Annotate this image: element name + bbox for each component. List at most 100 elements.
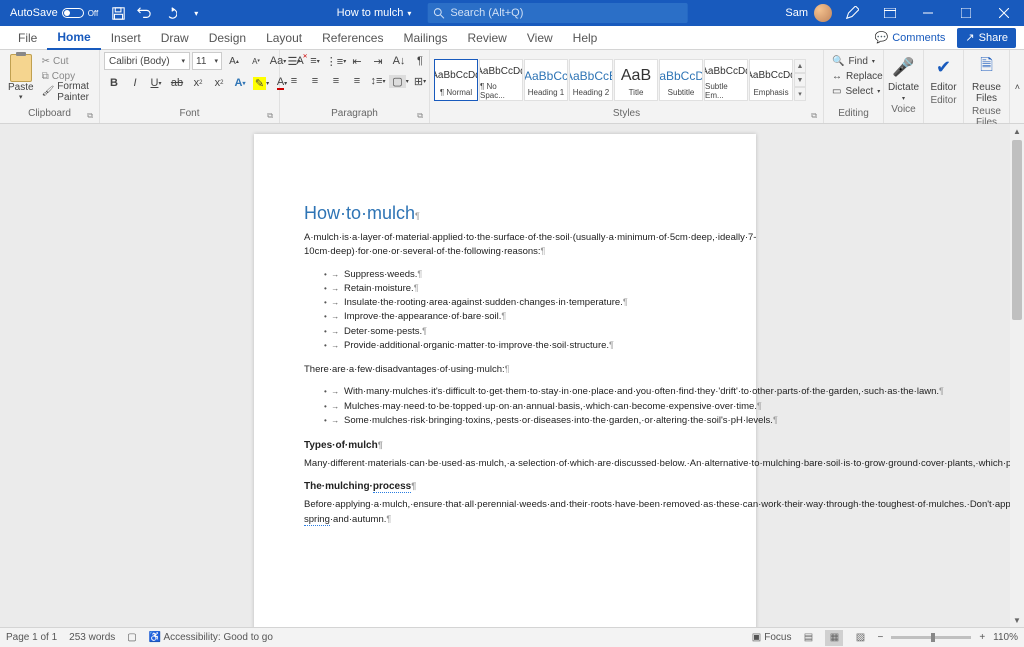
web-layout-button[interactable]: ▨ <box>851 630 869 646</box>
strikethrough-button[interactable]: ab <box>167 74 187 92</box>
page-status[interactable]: Page 1 of 1 <box>6 632 57 643</box>
font-size-select[interactable]: 11▾ <box>192 52 222 70</box>
style-subtle-em-[interactable]: AaBbCcDdSubtle Em... <box>704 59 748 101</box>
paste-button[interactable]: Paste ▾ <box>4 52 38 103</box>
ribbon-display-button[interactable] <box>872 0 908 26</box>
sort-button[interactable]: A↓ <box>389 52 409 70</box>
numbering-button[interactable]: ≡▾ <box>305 52 325 70</box>
zoom-level[interactable]: 110% <box>993 632 1018 643</box>
format-painter-button[interactable]: 🖌Format Painter <box>42 84 93 99</box>
zoom-out-button[interactable]: − <box>877 632 883 643</box>
comments-button[interactable]: 💬 Comments <box>867 28 954 48</box>
document-page[interactable]: How·to·mulch¶ A·mulch·is·a·layer·of·mate… <box>254 134 756 627</box>
align-left-button[interactable]: ≡ <box>284 72 304 90</box>
cut-button[interactable]: ✂Cut <box>42 54 93 69</box>
drawing-mode-button[interactable] <box>834 0 870 26</box>
style-title[interactable]: AaBTitle <box>614 59 658 101</box>
maximize-button[interactable] <box>948 0 984 26</box>
close-button[interactable] <box>986 0 1022 26</box>
style-heading-1[interactable]: AaBbCcHeading 1 <box>524 59 568 101</box>
style--normal[interactable]: AaBbCcDd¶ Normal <box>434 59 478 101</box>
tab-mailings[interactable]: Mailings <box>393 26 457 50</box>
style-heading-2[interactable]: AaBbCcEHeading 2 <box>569 59 613 101</box>
find-button[interactable]: 🔍Find▾ <box>832 54 875 69</box>
superscript-button[interactable]: x2 <box>209 74 229 92</box>
vertical-scrollbar[interactable]: ▲ ▼ <box>1010 124 1024 627</box>
zoom-in-button[interactable]: + <box>979 632 985 643</box>
align-right-button[interactable]: ≡ <box>326 72 346 90</box>
list-item: Retain·moisture.¶ <box>324 282 706 296</box>
underline-button[interactable]: U▾ <box>146 74 166 92</box>
tab-review[interactable]: Review <box>458 26 517 50</box>
multilevel-button[interactable]: ⋮≡▾ <box>326 52 346 70</box>
style-subtitle[interactable]: AaBbCcDdSubtitle <box>659 59 703 101</box>
tab-view[interactable]: View <box>517 26 563 50</box>
tab-design[interactable]: Design <box>199 26 256 50</box>
reuse-files-button[interactable]: 🗎 Reuse Files <box>968 52 1005 106</box>
tab-home[interactable]: Home <box>47 26 100 50</box>
undo-button[interactable] <box>132 1 156 25</box>
save-button[interactable] <box>106 1 130 25</box>
redo-button[interactable] <box>158 1 182 25</box>
shading-button[interactable]: ▢▾ <box>389 72 409 90</box>
user-avatar[interactable] <box>814 4 832 22</box>
borders-button[interactable]: ⊞▾ <box>410 72 430 90</box>
list-item: Improve·the·appearance·of·bare·soil.¶ <box>324 310 706 324</box>
minimize-button[interactable] <box>910 0 946 26</box>
replace-button[interactable]: ↔Replace <box>832 69 883 84</box>
subscript-button[interactable]: x2 <box>188 74 208 92</box>
increase-indent-button[interactable]: ⇥ <box>368 52 388 70</box>
styles-scroller[interactable]: ▲▼▾ <box>794 59 806 101</box>
style--no-spac-[interactable]: AaBbCcDd¶ No Spac... <box>479 59 523 101</box>
tab-draw[interactable]: Draw <box>151 26 199 50</box>
scrollbar-thumb[interactable] <box>1012 140 1022 320</box>
bold-button[interactable]: B <box>104 74 124 92</box>
zoom-slider[interactable] <box>891 636 971 639</box>
focus-mode-button[interactable]: ▣Focus <box>752 632 792 643</box>
search-placeholder: Search (Alt+Q) <box>450 7 523 19</box>
qat-dropdown[interactable]: ▾ <box>184 1 208 25</box>
clipboard-launcher[interactable]: ⧉ <box>87 111 93 121</box>
font-family-select[interactable]: Calibri (Body)▾ <box>104 52 190 70</box>
chevron-down-icon: ▾ <box>19 93 23 101</box>
tab-file[interactable]: File <box>8 26 47 50</box>
dictate-button[interactable]: 🎤 Dictate ▾ <box>888 52 919 104</box>
titlebar: AutoSave Off ▾ How to mulch ▾ Search (Al… <box>0 0 1024 26</box>
print-layout-button[interactable]: ▦ <box>825 630 843 646</box>
paragraph-launcher[interactable]: ⧉ <box>417 111 423 121</box>
collapse-ribbon-button[interactable]: ˄ <box>1015 82 1020 92</box>
scroll-up-button[interactable]: ▲ <box>1010 124 1024 138</box>
tab-layout[interactable]: Layout <box>256 26 312 50</box>
tab-insert[interactable]: Insert <box>101 26 151 50</box>
scroll-down-button[interactable]: ▼ <box>1010 613 1024 627</box>
styles-launcher[interactable]: ⧉ <box>811 111 817 121</box>
document-workspace[interactable]: How·to·mulch¶ A·mulch·is·a·layer·of·mate… <box>0 124 1010 627</box>
align-center-button[interactable]: ≡ <box>305 72 325 90</box>
paste-icon <box>10 54 32 82</box>
doc-heading-1: How·to·mulch¶ <box>304 200 706 227</box>
style-emphasis[interactable]: AaBbCcDdEmphasis <box>749 59 793 101</box>
justify-button[interactable]: ≡ <box>347 72 367 90</box>
decrease-indent-button[interactable]: ⇤ <box>347 52 367 70</box>
text-effects-button[interactable]: A▾ <box>230 74 250 92</box>
grow-font-button[interactable]: A▴ <box>224 52 244 70</box>
select-button[interactable]: ▭Select▾ <box>832 84 880 99</box>
replace-icon: ↔ <box>832 71 842 82</box>
font-launcher[interactable]: ⧉ <box>267 111 273 121</box>
search-input[interactable]: Search (Alt+Q) <box>427 3 687 23</box>
italic-button[interactable]: I <box>125 74 145 92</box>
autosave-toggle[interactable]: AutoSave Off <box>4 7 104 19</box>
accessibility-status[interactable]: ♿ Accessibility: Good to go <box>149 632 273 643</box>
line-spacing-button[interactable]: ↕≡▾ <box>368 72 388 90</box>
spell-check-icon[interactable]: ▢ <box>127 632 136 643</box>
tab-help[interactable]: Help <box>563 26 608 50</box>
highlight-button[interactable]: ✎▾ <box>251 74 271 92</box>
show-marks-button[interactable]: ¶ <box>410 52 430 70</box>
document-name[interactable]: How to mulch ▾ <box>337 7 412 19</box>
shrink-font-button[interactable]: A▾ <box>246 52 266 70</box>
tab-references[interactable]: References <box>312 26 393 50</box>
word-count[interactable]: 253 words <box>69 632 115 643</box>
read-mode-button[interactable]: ▤ <box>799 630 817 646</box>
editor-button[interactable]: ✔ Editor <box>928 52 959 95</box>
share-button[interactable]: ↗ Share <box>957 28 1016 48</box>
